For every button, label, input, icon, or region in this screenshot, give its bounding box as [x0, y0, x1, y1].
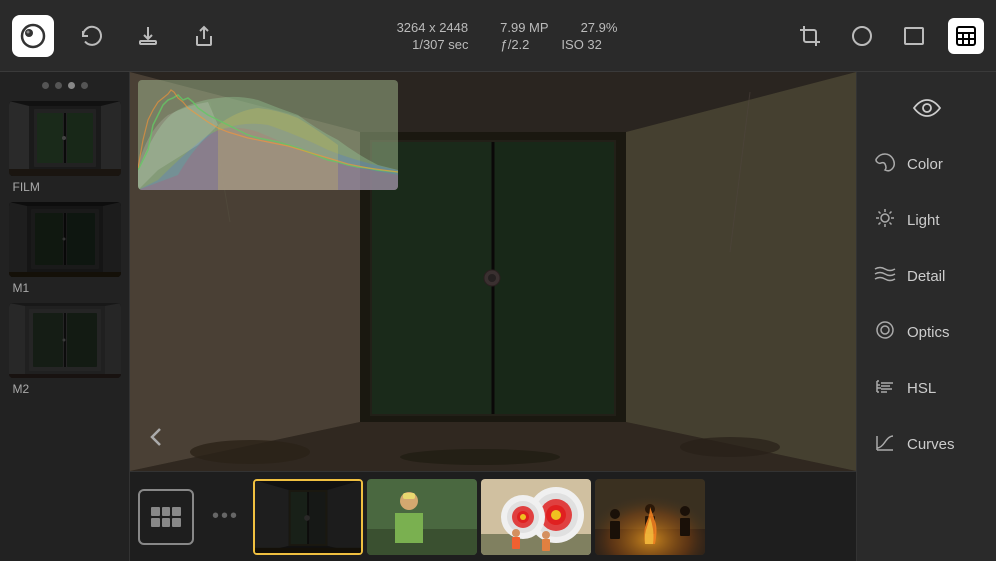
- color-panel-item[interactable]: Color: [857, 136, 996, 192]
- preset-dots: [42, 82, 88, 89]
- light-label: Light: [907, 212, 940, 229]
- preset-m2[interactable]: M2: [9, 303, 121, 396]
- dot-1: [42, 82, 49, 89]
- grid-cell: [162, 507, 171, 516]
- eye-button[interactable]: [857, 80, 996, 136]
- active-tool-button[interactable]: [948, 18, 984, 54]
- preset-m1-label: M1: [9, 281, 30, 295]
- preset-m1[interactable]: M1: [9, 202, 121, 295]
- dot-3: [68, 82, 75, 89]
- detail-panel-item[interactable]: Detail: [857, 248, 996, 304]
- light-icon: [873, 208, 897, 233]
- zoom-label: 27.9%: [581, 20, 618, 35]
- curves-panel-item[interactable]: Curves: [857, 416, 996, 472]
- preset-film-label: FILM: [9, 180, 40, 194]
- grid-view-button[interactable]: [138, 489, 194, 545]
- filmstrip-thumb-group[interactable]: [595, 479, 705, 555]
- center-area: •••: [130, 72, 856, 561]
- aperture-label: ƒ/2.2: [500, 37, 529, 52]
- history-button[interactable]: [74, 18, 110, 54]
- optics-icon: [873, 320, 897, 345]
- main-image[interactable]: [130, 72, 856, 471]
- filmstrip-dots: •••: [202, 505, 249, 528]
- share-button[interactable]: [186, 18, 222, 54]
- presets-panel: FILM M1: [0, 72, 130, 561]
- toolbar-metadata: 3264 x 2448 7.99 MP 27.9% 1/307 sec ƒ/2.…: [222, 20, 792, 52]
- iso-label: ISO 32: [561, 37, 601, 52]
- main-content: FILM M1: [0, 72, 996, 561]
- right-panel: Color Light Detail: [856, 72, 996, 561]
- light-panel-item[interactable]: Light: [857, 192, 996, 248]
- hsl-label: HSL: [907, 380, 936, 397]
- grid-cell: [151, 507, 160, 516]
- app-icon[interactable]: [12, 15, 54, 57]
- detail-icon: [873, 265, 897, 288]
- filmstrip-thumb-door[interactable]: [253, 479, 363, 555]
- preset-m2-thumb: [9, 303, 121, 378]
- download-button[interactable]: [130, 18, 166, 54]
- filmstrip: •••: [130, 471, 856, 561]
- filmstrip-thumb-person[interactable]: [367, 479, 477, 555]
- grid-cell: [172, 518, 181, 527]
- back-button[interactable]: [138, 419, 174, 455]
- preset-m2-label: M2: [9, 382, 30, 396]
- circle-button[interactable]: [844, 18, 880, 54]
- top-toolbar: 3264 x 2448 7.99 MP 27.9% 1/307 sec ƒ/2.…: [0, 0, 996, 72]
- color-label: Color: [907, 156, 943, 173]
- preset-film[interactable]: FILM: [9, 101, 121, 194]
- curves-icon: [873, 432, 897, 457]
- aspect-button[interactable]: [896, 18, 932, 54]
- megapixels-label: 7.99 MP: [500, 20, 548, 35]
- shutter-label: 1/307 sec: [412, 37, 468, 52]
- grid-cell: [172, 507, 181, 516]
- preset-m1-thumb: [9, 202, 121, 277]
- hsl-panel-item[interactable]: HSL: [857, 360, 996, 416]
- crop-button[interactable]: [792, 18, 828, 54]
- dimensions-label: 3264 x 2448: [397, 20, 469, 35]
- detail-label: Detail: [907, 268, 945, 285]
- grid-icon: [151, 507, 181, 527]
- histogram-overlay: [138, 80, 398, 190]
- curves-label: Curves: [907, 436, 955, 453]
- grid-cell: [151, 518, 160, 527]
- hsl-icon: [873, 376, 897, 401]
- preset-film-thumb: [9, 101, 121, 176]
- grid-cell: [162, 518, 171, 527]
- dot-4: [81, 82, 88, 89]
- color-icon: [873, 152, 897, 177]
- filmstrip-thumb-archery[interactable]: [481, 479, 591, 555]
- dot-2: [55, 82, 62, 89]
- optics-label: Optics: [907, 324, 950, 341]
- optics-panel-item[interactable]: Optics: [857, 304, 996, 360]
